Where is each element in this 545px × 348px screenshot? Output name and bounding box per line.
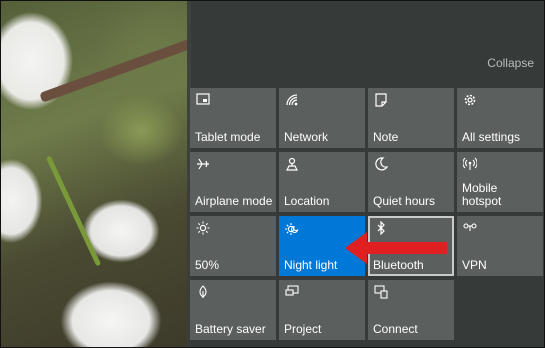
tile-project[interactable]: Project xyxy=(279,280,365,340)
vpn-icon xyxy=(463,223,477,231)
tile-battery-saver[interactable]: Battery saver xyxy=(190,280,276,340)
tile-label: 50% xyxy=(195,258,220,272)
night-light-icon xyxy=(285,223,299,235)
tile-label: All settings xyxy=(462,130,521,144)
wallpaper-stem xyxy=(45,155,102,267)
note-icon xyxy=(375,93,387,107)
tile-vpn[interactable]: VPN xyxy=(457,216,543,276)
tile-label: Note xyxy=(373,130,399,144)
tile-location[interactable]: Location xyxy=(279,152,365,212)
tile-label: Network xyxy=(284,130,329,144)
tile-label: VPN xyxy=(462,258,487,272)
connect-icon xyxy=(374,285,388,299)
tile-label: Mobile hotspot xyxy=(462,181,502,208)
tablet-mode-icon xyxy=(196,93,210,105)
tile-label: Project xyxy=(284,322,322,336)
project-icon xyxy=(285,285,299,296)
tile-label: Airplane mode xyxy=(195,194,273,208)
tile-airplane-mode[interactable]: Airplane mode xyxy=(190,152,276,212)
screenshot-frame: Collapse Tablet mode Network Note All se… xyxy=(0,0,545,348)
tile-all-settings[interactable]: All settings xyxy=(457,88,543,148)
tile-label: Night light xyxy=(284,258,338,272)
wallpaper-branch xyxy=(39,38,194,103)
airplane-icon xyxy=(197,158,209,170)
tile-network[interactable]: Network xyxy=(279,88,365,148)
gear-icon xyxy=(464,94,476,106)
brightness-icon xyxy=(196,221,210,235)
tile-brightness[interactable]: 50% xyxy=(190,216,276,276)
tile-mobile-hotspot[interactable]: Mobile hotspot xyxy=(457,152,543,212)
tile-quiet-hours[interactable]: Quiet hours xyxy=(368,152,454,212)
tile-label: Location xyxy=(284,194,330,208)
battery-saver-icon xyxy=(199,285,207,298)
collapse-link[interactable]: Collapse xyxy=(487,56,534,70)
annotation-arrow xyxy=(345,232,447,264)
network-icon xyxy=(286,94,298,106)
tile-label: Battery saver xyxy=(195,322,266,336)
tile-note[interactable]: Note xyxy=(368,88,454,148)
tile-label: Connect xyxy=(373,322,418,336)
tile-tablet-mode[interactable]: Tablet mode xyxy=(190,88,276,148)
tile-connect[interactable]: Connect xyxy=(368,280,454,340)
desktop-wallpaper xyxy=(1,1,194,347)
moon-icon xyxy=(375,157,388,171)
tile-label: Quiet hours xyxy=(373,194,436,208)
location-icon xyxy=(286,157,298,171)
hotspot-icon xyxy=(463,157,477,170)
tile-label: Tablet mode xyxy=(195,130,261,144)
